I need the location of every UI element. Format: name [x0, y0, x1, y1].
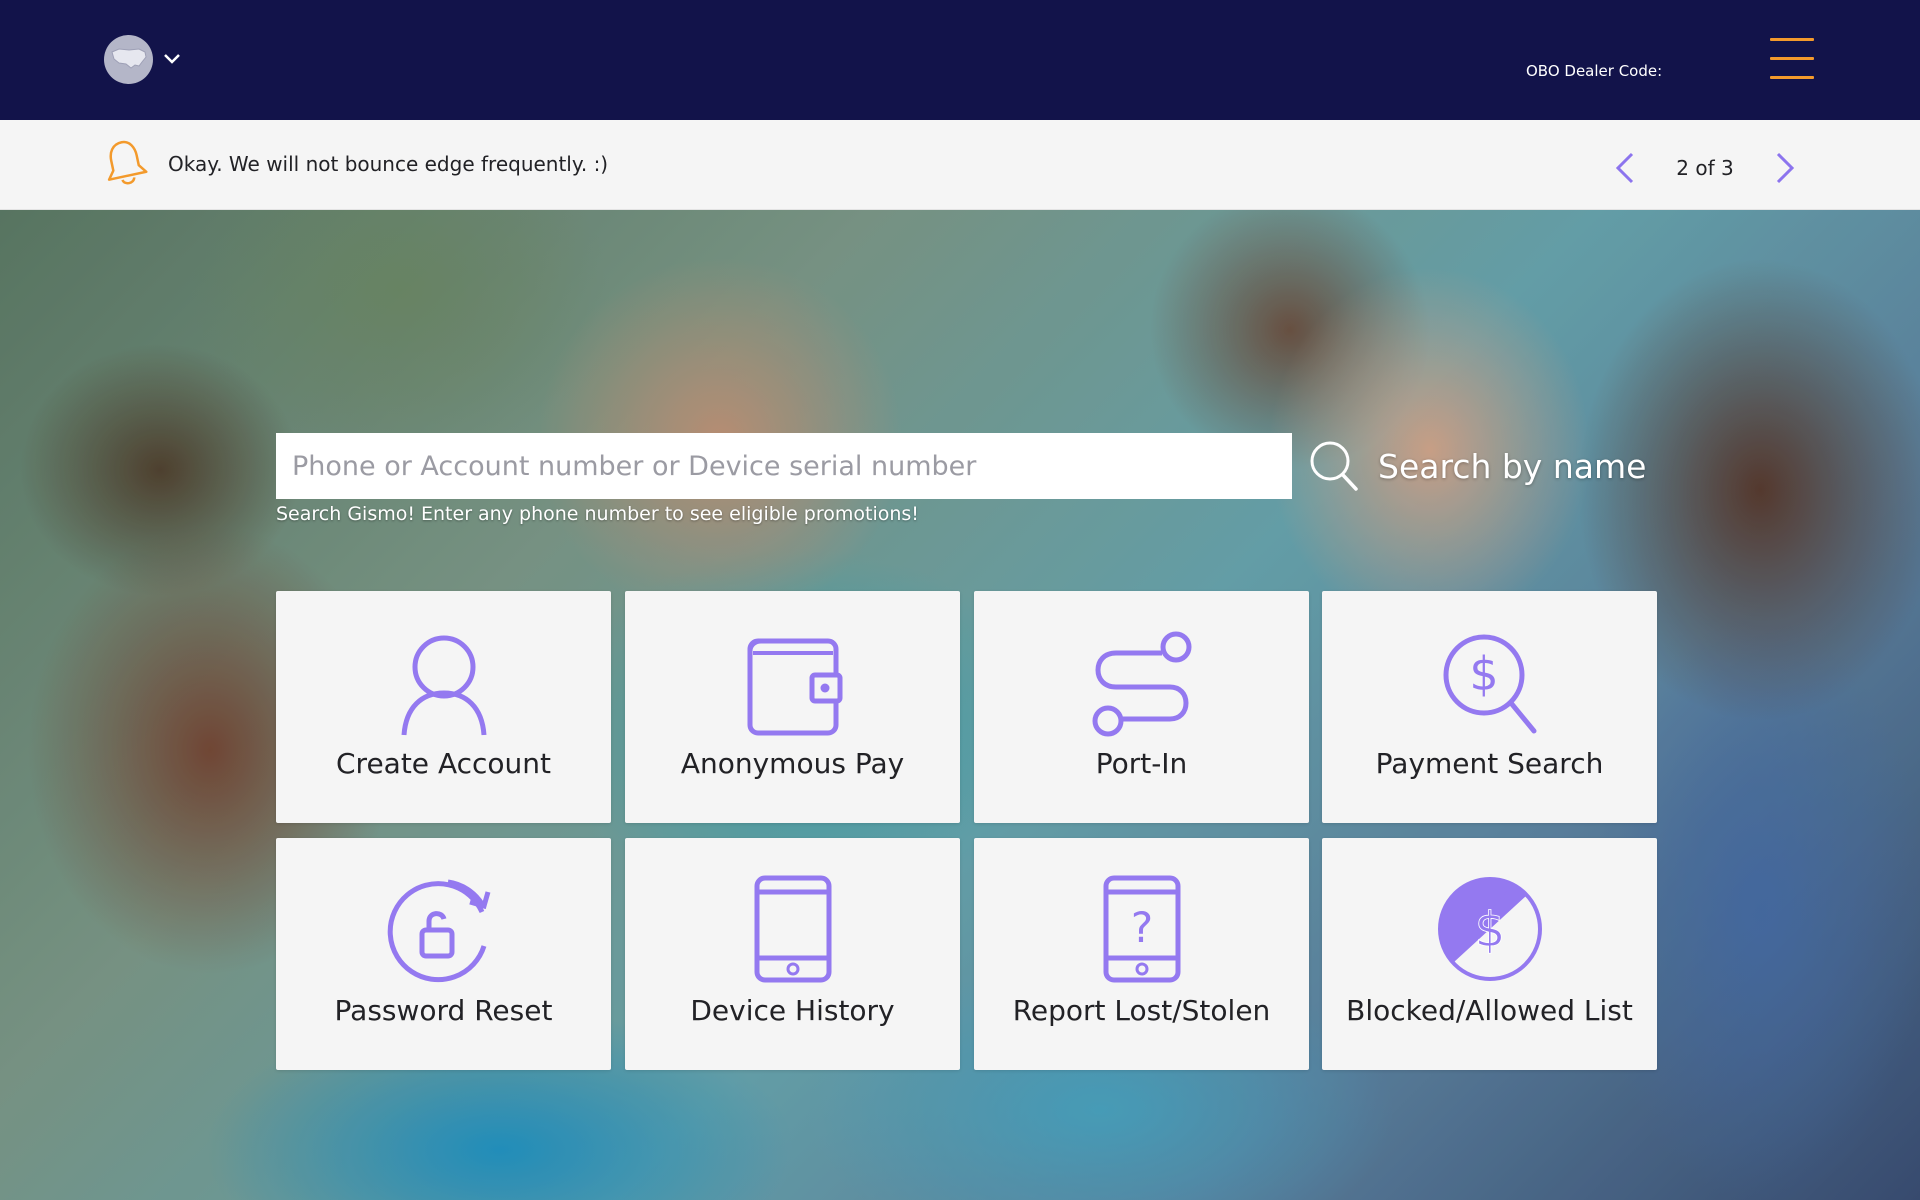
search-icon: [1310, 441, 1358, 491]
unlock-reset-icon: [387, 879, 490, 983]
tile-create-account[interactable]: Create Account: [276, 591, 611, 823]
tile-password-reset[interactable]: Password Reset: [276, 838, 611, 1070]
chevron-left-icon[interactable]: [1610, 148, 1640, 188]
tile-label: Payment Search: [1375, 747, 1604, 780]
route-icon: [1092, 631, 1191, 737]
us-map-globe-icon: [104, 34, 153, 84]
chevron-down-icon: [164, 54, 180, 64]
bell-icon: [107, 140, 148, 185]
tile-label: Report Lost/Stolen: [1012, 994, 1271, 1027]
notification-bar: Okay. We will not bounce edge frequently…: [0, 120, 1920, 210]
country-selector[interactable]: [104, 34, 184, 84]
tile-anonymous-pay[interactable]: Anonymous Pay: [625, 591, 960, 823]
search-input[interactable]: [276, 433, 1292, 499]
chevron-right-icon[interactable]: [1770, 148, 1800, 188]
search-by-name-button[interactable]: Search by name: [1308, 436, 1646, 496]
wallet-icon: [747, 638, 842, 736]
svg-text:$: $: [1474, 902, 1505, 958]
phone-icon: [754, 875, 831, 983]
tile-port-in[interactable]: Port-In: [974, 591, 1309, 823]
search-by-name-label: Search by name: [1378, 446, 1647, 486]
tile-label: Password Reset: [334, 994, 553, 1027]
svg-text:$: $: [1469, 647, 1498, 701]
tile-label: Device History: [690, 994, 895, 1027]
tile-label: Blocked/Allowed List: [1346, 994, 1633, 1027]
dealer-code-label: OBO Dealer Code:: [1526, 62, 1663, 80]
tile-label: Anonymous Pay: [680, 747, 905, 780]
user-icon: [401, 635, 486, 736]
tile-device-history[interactable]: Device History: [625, 838, 960, 1070]
tile-label: Create Account: [336, 747, 551, 780]
tile-blocked-allowed-list[interactable]: $ Blocked/Allowed List: [1322, 838, 1657, 1070]
tile-label: Port-In: [1095, 747, 1188, 780]
hamburger-menu-icon[interactable]: [1770, 36, 1814, 80]
action-tiles-grid: Create Account Anonymous Pay Port-In $ P…: [276, 591, 1657, 1071]
dollar-search-icon: $: [1443, 634, 1536, 734]
tile-report-lost-stolen[interactable]: ? Report Lost/Stolen: [974, 838, 1309, 1070]
tile-payment-search[interactable]: $ Payment Search: [1322, 591, 1657, 823]
notification-message: Okay. We will not bounce edge frequently…: [168, 152, 609, 176]
svg-text:?: ?: [1130, 903, 1152, 952]
notification-pager: 2 of 3: [1676, 156, 1734, 180]
dollar-blocked-icon: $: [1437, 877, 1542, 981]
phone-question-icon: ?: [1103, 875, 1180, 983]
search-help-text: Search Gismo! Enter any phone number to …: [276, 503, 919, 525]
top-navigation-bar: OBO Dealer Code:: [0, 0, 1920, 120]
